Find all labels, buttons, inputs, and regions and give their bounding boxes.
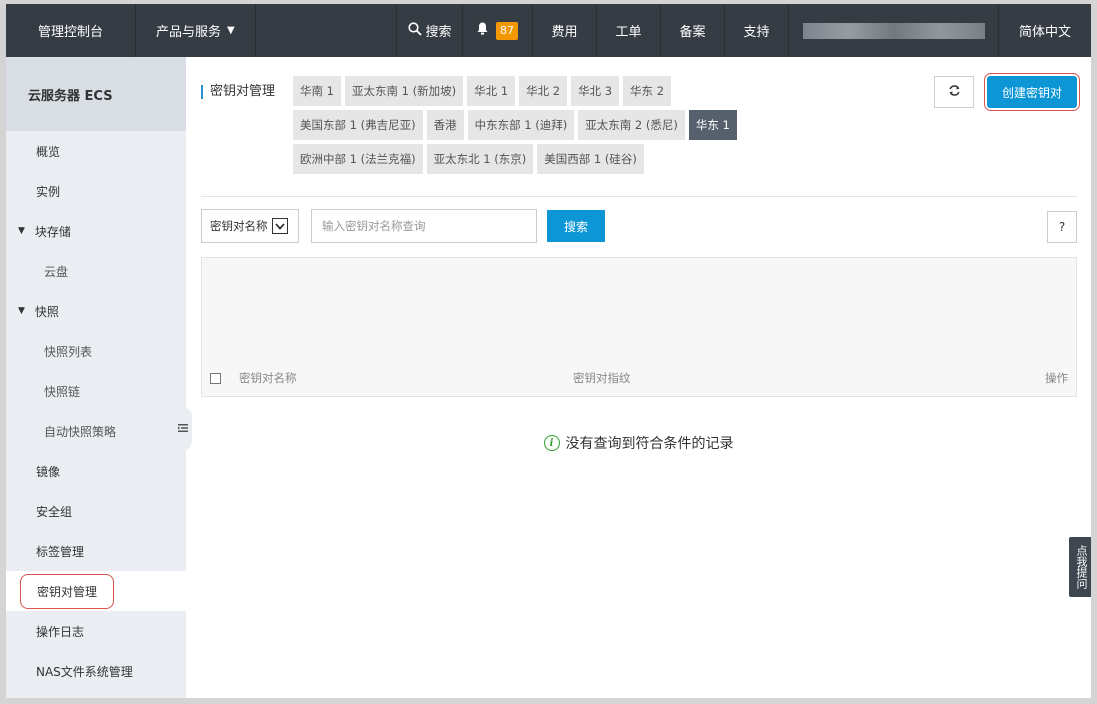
filter-select-value: 密钥对名称 (210, 219, 268, 233)
search-label: 搜索 (425, 25, 452, 40)
sidebar-item-operation-logs[interactable]: 操作日志 (6, 611, 186, 651)
region-button[interactable]: 华北 2 (519, 76, 568, 106)
sidebar-item-images[interactable]: 镜像 (6, 451, 186, 491)
sidebar: 云服务器 ECS 概览 实例 ▼ 块存储 云盘 ▼ 快照 快照列表 快照链 自动… (6, 57, 192, 698)
select-all-checkbox[interactable] (210, 372, 221, 384)
divider (201, 196, 1077, 197)
page-title: 密钥对管理 (201, 85, 275, 99)
region-button[interactable]: 美国东部 1 (弗吉尼亚) (293, 110, 423, 140)
refresh-button[interactable] (934, 76, 974, 108)
region-button[interactable]: 欧洲中部 1 (法兰克福) (293, 144, 423, 174)
console-link[interactable]: 管理控制台 (6, 4, 136, 57)
sidebar-item-label: 标签管理 (36, 544, 85, 559)
sidebar-group-block-storage[interactable]: ▼ 块存储 (6, 211, 186, 251)
fee-link[interactable]: 费用 (533, 4, 597, 57)
region-button[interactable]: 美国西部 1 (硅谷) (537, 144, 644, 174)
sidebar-header[interactable]: 云服务器 ECS (6, 57, 186, 131)
key-pair-table: 密钥对名称 密钥对指纹 操作 (201, 257, 1077, 397)
table-header: 密钥对名称 密钥对指纹 操作 (202, 360, 1076, 396)
column-header-name: 密钥对名称 (239, 371, 297, 385)
bell-icon (477, 22, 488, 39)
sidebar-item-key-pairs[interactable]: 密钥对管理 (6, 571, 186, 611)
create-key-pair-button[interactable]: 创建密钥对 (987, 76, 1077, 108)
sidebar-item-label: 块存储 (34, 224, 71, 239)
icp-link[interactable]: 备案 (661, 4, 725, 57)
region-button[interactable]: 香港 (426, 110, 464, 140)
triangle-down-icon: ▼ (18, 306, 25, 316)
search-button[interactable]: 搜索 (547, 210, 605, 242)
chevron-down-icon (271, 218, 288, 234)
sidebar-item-label: 概览 (36, 144, 61, 159)
sidebar-item-label: 安全组 (36, 504, 73, 519)
region-button[interactable]: 亚太东南 1 (新加坡) (344, 76, 464, 106)
sidebar-item-label: NAS文件系统管理 (36, 664, 133, 679)
main-content: 密钥对管理 华南 1 亚太东南 1 (新加坡) 华北 1 华北 2 华北 3 华… (186, 57, 1091, 698)
region-selector: 华南 1 亚太东南 1 (新加坡) 华北 1 华北 2 华北 3 华东 2 美国… (293, 76, 773, 178)
column-header-fingerprint: 密钥对指纹 (573, 371, 631, 385)
region-button[interactable]: 华东 2 (623, 76, 672, 106)
ticket-link[interactable]: 工单 (597, 4, 661, 57)
sidebar-item-label: 云盘 (44, 264, 69, 279)
sidebar-item-cloud-disk[interactable]: 云盘 (6, 251, 186, 291)
region-button[interactable]: 华北 3 (571, 76, 620, 106)
products-menu[interactable]: 产品与服务 ▼ (136, 4, 256, 57)
support-link[interactable]: 支持 (725, 4, 789, 57)
refresh-icon (948, 84, 961, 101)
region-button-selected[interactable]: 华东 1 (688, 110, 737, 140)
help-button[interactable]: ? (1047, 211, 1077, 243)
topbar-spacer (256, 4, 397, 57)
region-button[interactable]: 亚太东北 1 (东京) (426, 144, 534, 174)
filter-field-select[interactable]: 密钥对名称 (201, 209, 299, 243)
sidebar-item-overview[interactable]: 概览 (6, 131, 186, 171)
region-button[interactable]: 华南 1 (293, 76, 341, 106)
sidebar-item-snapshot-chain[interactable]: 快照链 (6, 371, 186, 411)
create-key-pair-highlight: 创建密钥对 (984, 73, 1080, 111)
sidebar-item-instances[interactable]: 实例 (6, 171, 186, 211)
sidebar-item-label: 密钥对管理 (20, 573, 115, 609)
key-pair-search-input[interactable] (311, 209, 537, 243)
sidebar-item-label: 快照链 (44, 384, 81, 399)
account-info-blurred[interactable] (789, 4, 999, 57)
sidebar-item-label: 镜像 (36, 464, 61, 479)
region-row-2: 美国东部 1 (弗吉尼亚) 香港 中东东部 1 (迪拜) 亚太东南 2 (悉尼)… (293, 110, 773, 140)
empty-state-text: 没有查询到符合条件的记录 (565, 436, 734, 452)
triangle-down-icon: ▼ (18, 226, 25, 236)
empty-state-message: i 没有查询到符合条件的记录 (186, 433, 1091, 453)
sidebar-item-label: 快照 (34, 304, 59, 319)
search-link[interactable]: 搜索 (397, 4, 463, 57)
caret-down-icon: ▼ (227, 25, 235, 36)
top-navbar: 管理控制台 产品与服务 ▼ 搜索 87 费用 工单 备案 支持 简体中文 (6, 4, 1091, 57)
sidebar-item-label: 实例 (36, 184, 61, 199)
column-header-actions: 操作 (1045, 371, 1068, 385)
region-button[interactable]: 华北 1 (467, 76, 516, 106)
sidebar-item-security-groups[interactable]: 安全组 (6, 491, 186, 531)
blurred-account (802, 22, 985, 39)
language-switch[interactable]: 简体中文 (999, 4, 1091, 57)
sidebar-item-snapshot-list[interactable]: 快照列表 (6, 331, 186, 371)
notification-button[interactable]: 87 (463, 4, 533, 57)
app-frame: 管理控制台 产品与服务 ▼ 搜索 87 费用 工单 备案 支持 简体中文 云服务… (0, 0, 1097, 704)
info-icon: i (543, 435, 560, 451)
region-button[interactable]: 中东东部 1 (迪拜) (467, 110, 575, 140)
notification-count-badge: 87 (496, 21, 518, 40)
sidebar-item-label: 自动快照策略 (44, 424, 117, 439)
region-row-1: 华南 1 亚太东南 1 (新加坡) 华北 1 华北 2 华北 3 华东 2 (293, 76, 773, 106)
sidebar-item-nas[interactable]: NAS文件系统管理 (6, 651, 186, 691)
sidebar-group-snapshots[interactable]: ▼ 快照 (6, 291, 186, 331)
sidebar-item-label: 操作日志 (36, 624, 85, 639)
feedback-tab[interactable]: 点我提问 (1069, 537, 1091, 597)
region-row-3: 欧洲中部 1 (法兰克福) 亚太东北 1 (东京) 美国西部 1 (硅谷) (293, 144, 773, 174)
sidebar-item-auto-snapshot-policy[interactable]: 自动快照策略 (6, 411, 186, 451)
products-label: 产品与服务 (156, 25, 222, 40)
search-icon (407, 21, 422, 40)
sidebar-item-tags[interactable]: 标签管理 (6, 531, 186, 571)
sidebar-item-label: 快照列表 (44, 344, 93, 359)
region-button[interactable]: 亚太东南 2 (悉尼) (578, 110, 685, 140)
